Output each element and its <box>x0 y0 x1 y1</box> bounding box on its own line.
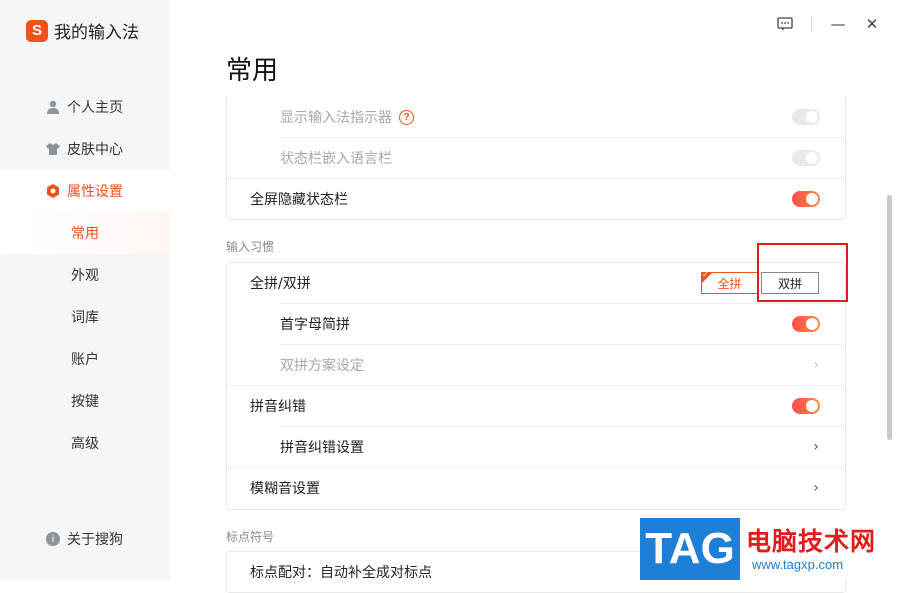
toggle-fullscreen-hide[interactable] <box>792 191 820 207</box>
scrollbar-thumb[interactable] <box>887 195 892 440</box>
sidebar: S 我的输入法 个人主页 皮肤中心 属性设置 常用 外观 词库 账户 按键 高级… <box>0 0 170 580</box>
sidebar-subitem-common[interactable]: 常用 <box>0 212 170 254</box>
sidebar-subitem-label: 常用 <box>71 226 99 242</box>
toggle-pinyin-correction[interactable] <box>792 398 820 414</box>
sidebar-subitem-label: 外观 <box>71 268 99 284</box>
row-label: 全拼/双拼 <box>250 276 311 292</box>
sidebar-item-label: 属性设置 <box>67 184 123 200</box>
row-label: 模糊音设置 <box>250 481 320 497</box>
watermark-tag-logo: TAG <box>640 518 740 580</box>
row-correction-settings[interactable]: 拼音纠错设置 <box>280 427 364 467</box>
watermark-site-name: 电脑技术网 <box>746 527 877 556</box>
shirt-icon <box>46 142 60 156</box>
sidebar-subitem-label: 高级 <box>71 436 99 452</box>
app-title: 我的输入法 <box>54 23 139 43</box>
sidebar-subitem-label: 账户 <box>71 352 99 368</box>
chevron-right-icon[interactable]: › <box>809 480 823 496</box>
sidebar-subitem-label: 按键 <box>71 394 99 410</box>
sidebar-item-label: 皮肤中心 <box>67 142 123 158</box>
toggle-embed-langbar[interactable] <box>792 150 820 166</box>
sidebar-item-label: 个人主页 <box>67 100 123 116</box>
row-show-indicator: 显示输入法指示器 ? <box>280 97 414 137</box>
sidebar-item-profile[interactable]: 个人主页 <box>0 86 170 128</box>
settings-hex-icon <box>46 184 60 198</box>
highlight-box <box>757 243 848 302</box>
row-divider <box>227 385 844 386</box>
chevron-right-icon[interactable]: › <box>809 357 823 373</box>
app-brand: S 我的输入法 <box>26 18 139 43</box>
section-label-input-habits: 输入习惯 <box>226 240 275 254</box>
row-label: 全屏隐藏状态栏 <box>250 192 348 208</box>
user-icon <box>46 100 60 114</box>
row-label: 拼音纠错 <box>250 399 306 415</box>
check-icon: ✓ <box>702 270 709 279</box>
close-button[interactable]: ✕ <box>862 14 882 34</box>
info-icon: i <box>46 532 60 546</box>
row-label: 标点配对：自动补全成对标点 <box>250 565 432 581</box>
sidebar-subitem-label: 词库 <box>71 310 99 326</box>
titlebar-divider <box>811 16 812 32</box>
row-shuangpin-scheme: 双拼方案设定 <box>280 345 364 385</box>
help-icon[interactable]: ? <box>399 109 414 125</box>
about-link[interactable]: i 关于搜狗 <box>46 529 123 549</box>
watermark-url: www.tagxp.com <box>752 557 844 572</box>
row-punct-pairing: 标点配对：自动补全成对标点 <box>250 552 432 592</box>
feedback-button[interactable] <box>775 14 795 34</box>
sidebar-subitem-advanced[interactable]: 高级 <box>0 422 170 464</box>
sidebar-subitem-lexicon[interactable]: 词库 <box>0 296 170 338</box>
toggle-initials-abbrev[interactable] <box>792 316 820 332</box>
chevron-right-icon[interactable]: › <box>809 439 823 455</box>
about-label: 关于搜狗 <box>67 532 123 548</box>
row-label: 双拼方案设定 <box>280 358 364 374</box>
row-embed-langbar: 状态栏嵌入语言栏 <box>280 138 392 178</box>
row-pinyin-correction: 拼音纠错 <box>250 386 306 426</box>
sidebar-subitem-appearance[interactable]: 外观 <box>0 254 170 296</box>
toggle-show-indicator[interactable] <box>792 109 820 125</box>
row-fullscreen-hide: 全屏隐藏状态栏 <box>250 179 348 219</box>
row-pinyin-mode: 全拼/双拼 <box>250 263 311 303</box>
row-label: 显示输入法指示器 <box>280 110 392 126</box>
minimize-button[interactable]: — <box>828 14 848 34</box>
section-label-punctuation: 标点符号 <box>226 530 275 544</box>
row-fuzzy-settings[interactable]: 模糊音设置 <box>250 468 320 508</box>
row-divider <box>280 344 844 345</box>
row-divider <box>280 426 844 427</box>
row-label: 状态栏嵌入语言栏 <box>280 151 392 167</box>
page-title: 常用 <box>226 56 279 86</box>
sidebar-item-settings[interactable]: 属性设置 <box>0 170 170 212</box>
row-label: 拼音纠错设置 <box>280 440 364 456</box>
sidebar-subitem-account[interactable]: 账户 <box>0 338 170 380</box>
sidebar-item-skins[interactable]: 皮肤中心 <box>0 128 170 170</box>
row-initials-abbrev: 首字母简拼 <box>280 304 350 344</box>
sogou-logo-icon: S <box>26 19 48 42</box>
row-label: 首字母简拼 <box>280 317 350 333</box>
row-divider <box>280 303 844 304</box>
feedback-icon <box>777 17 793 31</box>
sidebar-subitem-keys[interactable]: 按键 <box>0 380 170 422</box>
